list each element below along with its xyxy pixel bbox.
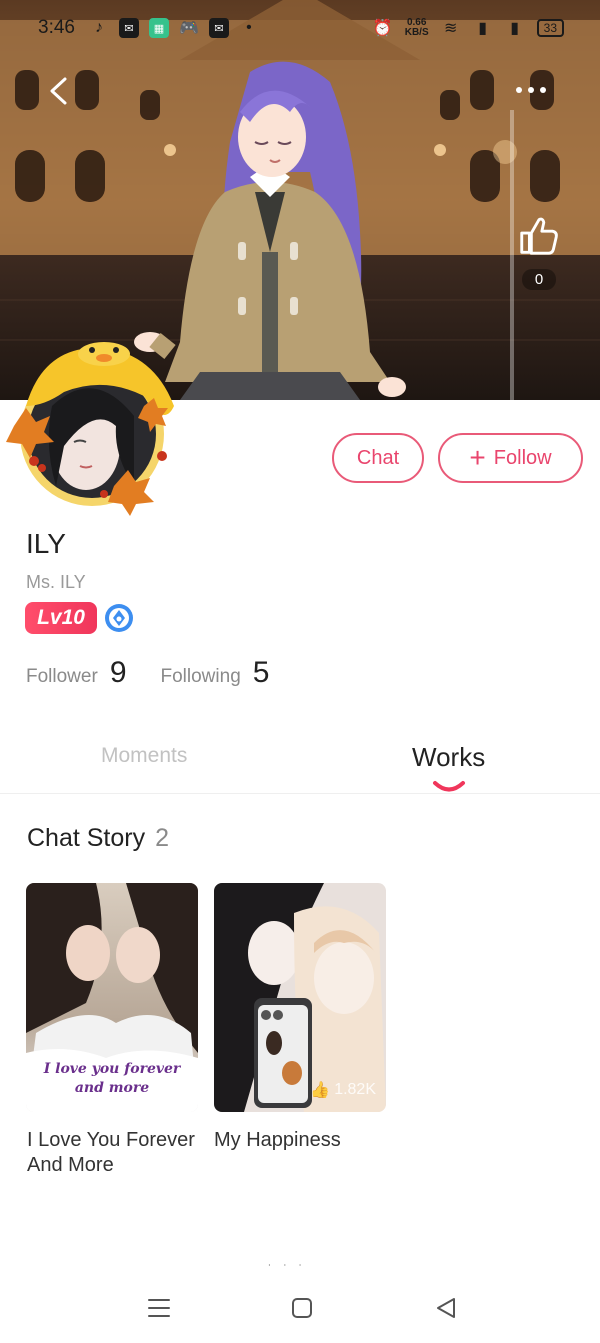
messenger-icon-2: ✉ xyxy=(208,18,229,38)
story-likes: 👍 1.82K xyxy=(310,1080,376,1100)
more-dot-icon xyxy=(516,87,522,93)
following-label[interactable]: Following xyxy=(161,666,241,688)
section-count: 2 xyxy=(155,824,170,852)
active-tab-indicator xyxy=(433,781,465,792)
story-cover-text-line2: and more xyxy=(74,1080,150,1096)
game-controller-icon: 🎮 xyxy=(179,20,199,37)
profile-tabs: Moments Works xyxy=(0,736,600,794)
story-card-1[interactable]: I love you forever and more xyxy=(26,883,198,1112)
chat-button[interactable]: Chat xyxy=(332,433,424,483)
follower-label[interactable]: Follower xyxy=(26,666,98,688)
story-cover-text-line1: I love you forever xyxy=(43,1061,181,1077)
banner-like-count: 0 xyxy=(522,269,556,290)
section-title: Chat Story xyxy=(27,824,146,852)
level-badge[interactable]: Lv10 xyxy=(25,602,97,634)
story-cover-text: I love you forever and more xyxy=(26,1060,198,1098)
follow-button-label: Follow xyxy=(493,446,552,469)
more-options-button[interactable] xyxy=(510,80,552,100)
tab-moments[interactable]: Moments xyxy=(101,744,187,768)
network-speed: 0.66 KB/S xyxy=(405,18,429,38)
thumbs-up-icon: 👍 xyxy=(310,1082,331,1099)
more-dot-icon xyxy=(540,87,546,93)
alarm-icon: ⏰ xyxy=(372,20,393,37)
plus-icon: + xyxy=(469,442,486,473)
story-title-1[interactable]: I Love You Forever And More xyxy=(27,1128,217,1178)
battery-indicator: 33 xyxy=(536,19,564,37)
more-dot-icon xyxy=(528,87,534,93)
profile-stats: Follower 9 Following 5 xyxy=(26,656,269,690)
follower-count[interactable]: 9 xyxy=(110,656,127,690)
signal-icon: ▮ xyxy=(478,20,488,37)
app-notification-icon: ▦ xyxy=(148,18,169,38)
following-count[interactable]: 5 xyxy=(253,656,270,690)
more-notifications-dot-icon: • xyxy=(246,19,252,36)
profile-username: Ms. ILY xyxy=(26,572,86,592)
follow-button[interactable]: + Follow xyxy=(438,433,583,483)
creator-badge-icon[interactable] xyxy=(104,603,134,633)
story-cover-image xyxy=(214,883,386,1112)
status-notification-icons: ♪ ✉ ▦ 🎮 ✉ • xyxy=(89,18,259,38)
thumbs-up-icon xyxy=(520,217,558,255)
messenger-icon: ✉ xyxy=(118,18,139,38)
profile-avatar[interactable] xyxy=(4,336,188,516)
system-navigation-bar xyxy=(0,1276,600,1343)
recent-apps-icon[interactable] xyxy=(145,1294,173,1322)
tiktok-icon: ♪ xyxy=(94,19,103,36)
chat-button-label: Chat xyxy=(356,446,400,469)
story-likes-count: 1.82K xyxy=(334,1081,376,1098)
status-system-icons: ⏰ 0.66 KB/S ≋ ▮ ▮ 33 xyxy=(373,18,564,38)
network-speed-unit: KB/S xyxy=(404,27,429,38)
story-title-2[interactable]: My Happiness xyxy=(214,1128,394,1153)
status-bar: 3:46 ♪ ✉ ▦ 🎮 ✉ • ⏰ 0.66 KB/S ≋ ▮ ▮ 33 xyxy=(0,0,600,56)
wifi-icon: ≋ xyxy=(443,20,458,37)
story-card-2[interactable]: 👍 1.82K xyxy=(214,883,386,1112)
back-arrow-icon[interactable] xyxy=(46,76,72,106)
tab-works[interactable]: Works xyxy=(412,742,485,773)
loading-indicator: ˙ ˙ ˙ xyxy=(268,1262,307,1276)
back-triangle-icon[interactable] xyxy=(432,1294,460,1322)
status-time: 3:46 xyxy=(38,17,75,38)
banner-like-button[interactable]: 0 xyxy=(514,212,564,290)
signal-icon-2: ▮ xyxy=(510,20,520,37)
profile-name: ILY xyxy=(26,528,66,559)
chat-story-heading: Chat Story 2 xyxy=(27,824,169,853)
home-icon[interactable] xyxy=(288,1294,316,1322)
